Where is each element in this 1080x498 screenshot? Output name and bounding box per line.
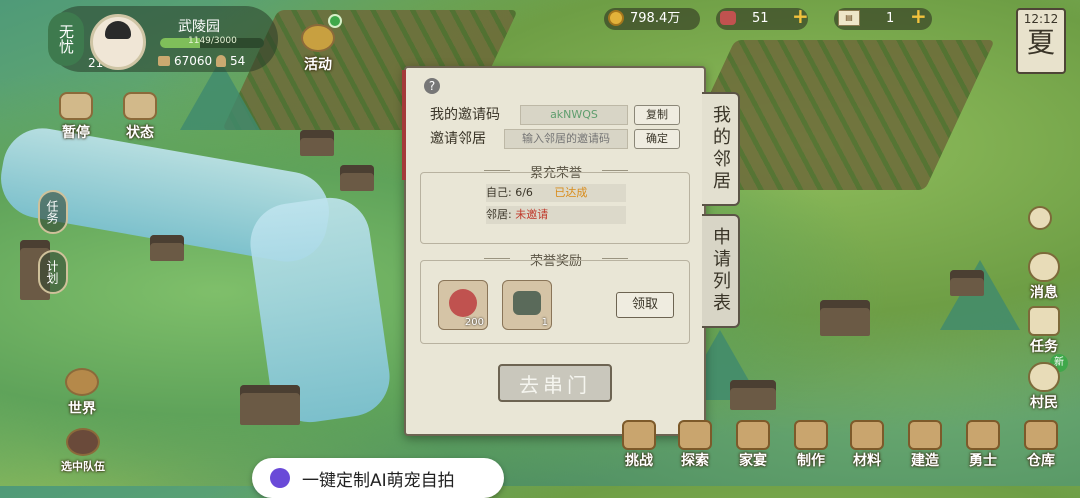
ticket-icon: ▤	[838, 9, 860, 26]
warehouse-button[interactable]: 仓库	[1018, 420, 1064, 470]
neighbor-code-input[interactable]	[504, 129, 628, 149]
confirm-button[interactable]: 确定	[634, 129, 680, 149]
mood-badge: 无忧	[48, 12, 84, 66]
status-icon	[123, 92, 157, 120]
coin-counter: 798.4万	[604, 8, 700, 30]
notification-text: 一键定制AI萌宠自拍	[302, 471, 455, 491]
invite-neighbor-label: 邀请邻居	[430, 131, 486, 147]
copy-button[interactable]: 复制	[634, 105, 680, 125]
neighbor-progress-status: 未邀请	[515, 208, 549, 221]
reward-item-jade-stone[interactable]: 1	[502, 280, 552, 330]
warehouse-icon	[1024, 420, 1058, 450]
activity-icon	[301, 24, 335, 52]
materials-icon	[850, 420, 884, 450]
avatar[interactable]	[90, 14, 146, 70]
materials-button[interactable]: 材料	[844, 420, 890, 470]
my-code-label: 我的邀请码	[430, 107, 500, 123]
messages-button[interactable]: 消息	[1022, 252, 1066, 302]
my-code-value: akNWQS	[520, 105, 628, 125]
village-hut	[240, 385, 300, 425]
explore-icon	[678, 420, 712, 450]
ai-app-icon	[270, 468, 290, 488]
claim-button[interactable]: 领取	[616, 292, 674, 318]
village-hut	[730, 380, 776, 410]
add-tickets-button[interactable]: +	[910, 4, 927, 28]
team-icon	[66, 428, 100, 456]
warrior-icon	[966, 420, 1000, 450]
coin-icon	[608, 9, 624, 26]
build-icon	[908, 420, 942, 450]
population-value: 67060	[174, 54, 213, 68]
season-label: 夏	[1026, 26, 1055, 59]
reward-item-red-seal[interactable]: 200	[438, 280, 488, 330]
estate-name: 武陵园	[178, 19, 220, 35]
village-hut	[340, 165, 374, 191]
invite-panel: ? 我的邀请码 akNWQS 复制 邀请邻居 确定 累充荣誉 自己: 6/6 已…	[402, 66, 706, 436]
flower-menu-icon[interactable]	[1028, 206, 1052, 230]
jade-stone-icon	[513, 291, 541, 315]
tasks-button[interactable]: 任务	[1022, 306, 1066, 356]
tab-application-list[interactable]: 申请列表	[702, 214, 740, 328]
feast-button[interactable]: 家宴	[730, 420, 776, 470]
build-button[interactable]: 建造	[902, 420, 948, 470]
self-progress-status: 已达成	[554, 186, 588, 199]
activity-notify-dot	[328, 14, 342, 28]
help-icon[interactable]: ?	[424, 78, 440, 94]
gem-icon	[720, 10, 736, 25]
explore-button[interactable]: 探索	[672, 420, 718, 470]
tab-my-neighbors[interactable]: 我的邻居	[702, 92, 740, 206]
craft-icon	[794, 420, 828, 450]
village-hut	[150, 235, 184, 261]
team-button[interactable]: 选中队伍	[54, 428, 112, 474]
plan-side-button[interactable]: 计划	[38, 250, 68, 294]
self-progress-row: 自己: 6/6 已达成	[486, 184, 626, 202]
pause-button[interactable]: 暂停	[54, 92, 98, 142]
visit-neighbor-button[interactable]: 去串门	[498, 364, 612, 402]
world-button[interactable]: 世界	[60, 368, 104, 418]
activity-button[interactable]: 活动	[296, 24, 340, 74]
village-hut	[300, 130, 334, 156]
feast-icon	[736, 420, 770, 450]
pause-icon	[59, 92, 93, 120]
scroll-icon	[1028, 306, 1060, 336]
exp-text: 1149/3000	[188, 36, 237, 46]
craft-button[interactable]: 制作	[788, 420, 834, 470]
messages-icon	[1028, 252, 1060, 282]
red-seal-icon	[449, 289, 477, 317]
villager-icon	[1028, 362, 1060, 392]
worker-icon	[216, 55, 226, 67]
ai-notification-toast[interactable]: 一键定制AI萌宠自拍	[252, 458, 504, 498]
self-progress-label: 自己: 6/6	[486, 186, 533, 199]
village-hut	[820, 300, 870, 336]
villagers-button[interactable]: 村民	[1022, 362, 1066, 412]
village-hut	[950, 270, 984, 296]
neighbor-progress-row: 邻居: 未邀请	[486, 206, 626, 224]
reward-count: 1	[541, 317, 548, 328]
clock-time: 12:12	[1023, 12, 1059, 26]
tasks-side-button[interactable]: 任务	[38, 190, 68, 234]
status-button[interactable]: 状态	[118, 92, 162, 142]
neighbor-progress-label: 邻居:	[486, 208, 516, 221]
world-icon	[65, 368, 99, 396]
challenge-button[interactable]: 挑战	[616, 420, 662, 470]
reward-count: 200	[464, 317, 484, 328]
add-gems-button[interactable]: +	[792, 4, 809, 28]
warriors-button[interactable]: 勇士	[960, 420, 1006, 470]
workers-value: 54	[230, 54, 246, 68]
season-clock[interactable]: 12:12 夏	[1016, 8, 1066, 74]
treasury-icon	[158, 56, 170, 66]
ribbon-decoration	[402, 70, 406, 180]
challenge-icon	[622, 420, 656, 450]
